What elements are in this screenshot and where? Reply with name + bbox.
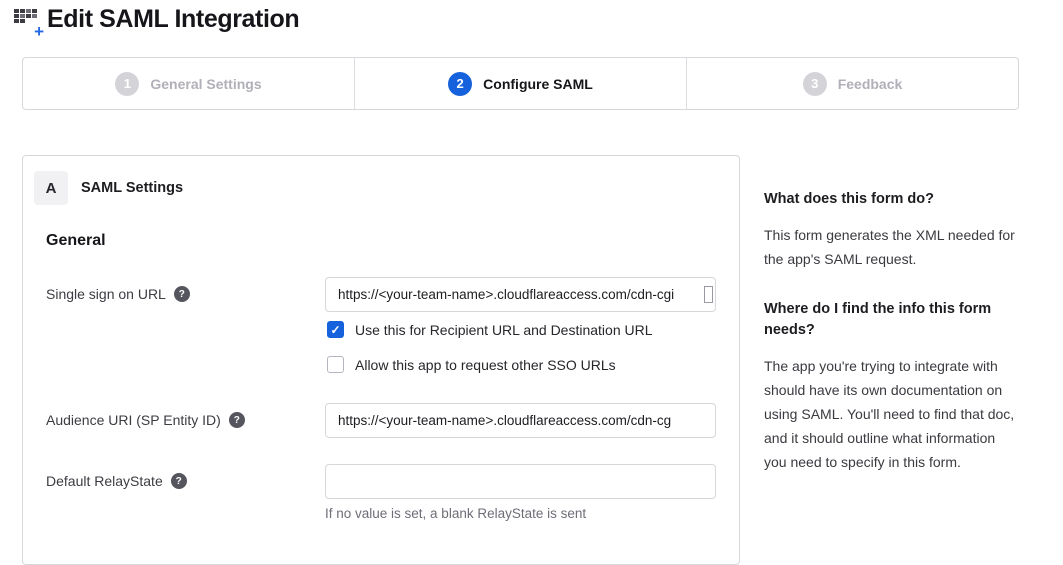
recipient-destination-checkbox[interactable] xyxy=(327,321,344,338)
sso-url-input-wrap xyxy=(325,277,716,312)
help-body-where: The app you're trying to integrate with … xyxy=(764,354,1016,474)
saml-settings-panel: A SAML Settings General Single sign on U… xyxy=(22,155,740,565)
help-icon[interactable]: ? xyxy=(174,286,190,302)
field-row-sso-url: Single sign on URL ? xyxy=(46,277,716,312)
page-header: + Edit SAML Integration xyxy=(14,5,299,34)
help-body-what: This form generates the XML needed for t… xyxy=(764,223,1016,271)
checkbox-row-recipient-destination: Use this for Recipient URL and Destinati… xyxy=(327,321,716,338)
relay-state-input-wrap: If no value is set, a blank RelayState i… xyxy=(325,464,716,521)
step-label: Configure SAML xyxy=(483,76,593,92)
step-number-badge: 3 xyxy=(803,72,827,96)
field-label-text: Single sign on URL xyxy=(46,286,166,302)
relay-state-input[interactable] xyxy=(325,464,716,499)
section-title: SAML Settings xyxy=(81,180,183,196)
field-label-text: Audience URI (SP Entity ID) xyxy=(46,412,221,428)
help-icon[interactable]: ? xyxy=(229,412,245,428)
step-general-settings[interactable]: 1 General Settings xyxy=(23,58,354,109)
step-feedback[interactable]: 3 Feedback xyxy=(686,58,1018,109)
step-configure-saml[interactable]: 2 Configure SAML xyxy=(354,58,686,109)
step-number-badge: 1 xyxy=(115,72,139,96)
text-caret xyxy=(704,286,713,303)
help-icon[interactable]: ? xyxy=(171,473,187,489)
help-heading-what: What does this form do? xyxy=(764,189,1016,210)
field-row-relay-state: Default RelayState ? If no value is set,… xyxy=(46,464,716,521)
other-sso-urls-checkbox[interactable] xyxy=(327,356,344,373)
help-heading-where: Where do I find the info this form needs… xyxy=(764,299,1016,341)
field-label-relay-state: Default RelayState ? xyxy=(46,464,325,489)
app-grid-plus-icon: + xyxy=(14,9,40,33)
section-badge: A xyxy=(34,171,68,205)
step-number-badge: 2 xyxy=(448,72,472,96)
sso-url-input[interactable] xyxy=(325,277,716,312)
group-title-general: General xyxy=(46,232,716,250)
field-label-text: Default RelayState xyxy=(46,473,163,489)
checkbox-label: Use this for Recipient URL and Destinati… xyxy=(355,322,653,338)
checkbox-row-other-sso-urls: Allow this app to request other SSO URLs xyxy=(327,356,716,373)
wizard-step-bar: 1 General Settings 2 Configure SAML 3 Fe… xyxy=(22,57,1019,110)
step-label: General Settings xyxy=(150,76,261,92)
section-header: A SAML Settings xyxy=(34,171,716,205)
help-sidebar: What does this form do? This form genera… xyxy=(764,189,1016,502)
step-label: Feedback xyxy=(838,76,903,92)
plus-glyph: + xyxy=(34,23,44,40)
field-label-sso-url: Single sign on URL ? xyxy=(46,277,325,302)
audience-uri-input-wrap xyxy=(325,403,716,438)
relay-state-helper-text: If no value is set, a blank RelayState i… xyxy=(325,506,716,521)
sso-options-group: Use this for Recipient URL and Destinati… xyxy=(327,321,716,373)
audience-uri-input[interactable] xyxy=(325,403,716,438)
page-title: Edit SAML Integration xyxy=(47,5,299,34)
field-label-audience-uri: Audience URI (SP Entity ID) ? xyxy=(46,403,325,428)
field-row-audience-uri: Audience URI (SP Entity ID) ? xyxy=(46,403,716,438)
checkbox-label: Allow this app to request other SSO URLs xyxy=(355,357,616,373)
